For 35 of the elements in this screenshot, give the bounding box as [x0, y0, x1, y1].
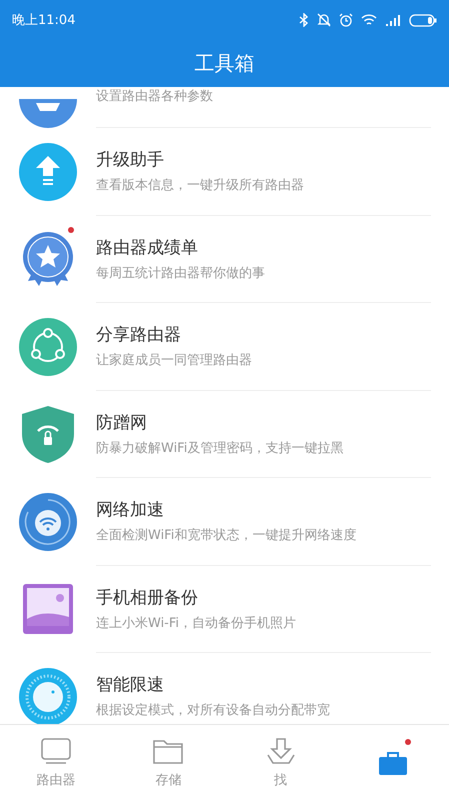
muted-bell-icon [317, 13, 331, 27]
tool-description: 查看版本信息，一键升级所有路由器 [96, 177, 304, 194]
tool-title: 智能限速 [96, 674, 164, 696]
tool-title: 网络加速 [96, 499, 164, 522]
bluetooth-icon [299, 13, 309, 27]
download-icon [264, 736, 297, 764]
tool-item[interactable]: 升级助手 查看版本信息，一键升级所有路由器 [0, 128, 449, 216]
monitor-icon [40, 736, 72, 764]
tool-description: 根据设定模式，对所有设备自动分配带宽 [96, 702, 330, 720]
share-icon [18, 316, 78, 377]
battery-icon [409, 14, 437, 26]
tool-item[interactable]: 网络加速 全面检测WiFi和宽带状态，一键提升网络速度 [0, 478, 449, 566]
tool-title: 升级助手 [96, 149, 164, 172]
tool-title: 手机相册备份 [96, 586, 198, 609]
wifi-icon [361, 14, 377, 26]
speed-limit-icon [18, 666, 78, 724]
tool-title: 路由器成绩单 [96, 236, 198, 259]
page-title: 工具箱 [194, 50, 256, 77]
tool-description: 让家庭成员一同管理路由器 [96, 352, 252, 370]
tool-title: 防蹭网 [96, 412, 147, 434]
tool-item[interactable]: 防蹭网 防暴力破解WiFi及管理密码，支持一键拉黑 [0, 390, 449, 478]
tool-description: 连上小米Wi-Fi，自动备份手机照片 [96, 614, 296, 632]
tool-title: 分享路由器 [96, 324, 181, 346]
tool-description: 设置路由器各种参数 [96, 88, 213, 105]
tool-item[interactable]: 路由器成绩单 每周五统计路由器帮你做的事 [0, 216, 449, 303]
tool-description: 防暴力破解WiFi及管理密码，支持一键拉黑 [96, 440, 344, 457]
tool-item[interactable]: 手机相册备份 连上小米Wi-Fi，自动备份手机照片 [0, 566, 449, 653]
signal-icon [385, 14, 401, 26]
status-time: 晚上11:04 [12, 12, 76, 29]
tool-item[interactable]: 智能限速 根据设定模式，对所有设备自动分配带宽 [0, 653, 449, 724]
tool-description: 全面检测WiFi和宽带状态，一键提升网络速度 [96, 527, 356, 544]
alarm-icon [339, 13, 353, 27]
tool-item[interactable]: 分享路由器 让家庭成员一同管理路由器 [0, 303, 449, 390]
tool-description: 每周五统计路由器帮你做的事 [96, 264, 265, 282]
speed-gauge-icon [18, 492, 78, 552]
